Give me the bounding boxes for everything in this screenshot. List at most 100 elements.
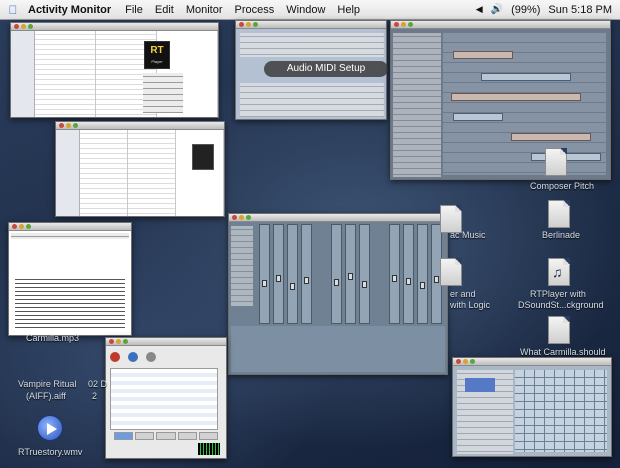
close-button[interactable] <box>394 22 399 27</box>
channel-strip[interactable] <box>273 224 284 324</box>
arrange-region[interactable] <box>511 133 591 141</box>
zoom-button[interactable] <box>28 24 33 29</box>
window-titlebar[interactable] <box>9 223 131 231</box>
finder-column[interactable] <box>176 130 224 216</box>
minimize-button[interactable] <box>116 339 121 344</box>
volume-fader[interactable] <box>276 275 281 282</box>
text-ruler[interactable] <box>11 233 129 239</box>
zoom-button[interactable] <box>246 215 251 220</box>
quit-process-icon[interactable] <box>110 352 120 362</box>
close-button[interactable] <box>14 24 19 29</box>
mixer-parameter-list[interactable] <box>231 226 253 306</box>
channel-strip[interactable] <box>345 224 356 324</box>
menubar-clock[interactable]: Sun 5:18 PM <box>548 4 612 16</box>
zoom-button[interactable] <box>26 224 31 229</box>
zoom-button[interactable] <box>470 359 475 364</box>
minimize-button[interactable] <box>239 215 244 220</box>
logic-environment-window[interactable] <box>452 357 612 457</box>
environment-grid[interactable] <box>515 370 607 452</box>
volume-fader[interactable] <box>406 278 411 285</box>
window-titlebar[interactable] <box>391 21 610 29</box>
arrange-region[interactable] <box>453 51 513 59</box>
midi-format-panel[interactable] <box>240 83 384 117</box>
sync-icon[interactable]: ◀ <box>476 4 483 15</box>
menu-monitor[interactable]: Monitor <box>180 4 229 16</box>
volume-fader[interactable] <box>262 280 267 287</box>
tab-disk-usage[interactable] <box>177 432 197 440</box>
finder-column[interactable] <box>35 31 96 117</box>
volume-fader[interactable] <box>362 281 367 288</box>
menu-edit[interactable]: Edit <box>149 4 180 16</box>
desktop-icon-label[interactable]: with Logic <box>450 300 490 310</box>
desktop-icon-label[interactable]: RTruestory.wmv <box>18 447 82 457</box>
track-list[interactable] <box>393 33 441 177</box>
document-icon[interactable] <box>440 258 462 286</box>
close-button[interactable] <box>239 22 244 27</box>
close-button[interactable] <box>456 359 461 364</box>
activity-monitor-window[interactable] <box>105 337 227 459</box>
document-text[interactable] <box>15 277 125 329</box>
volume-fader[interactable] <box>392 275 397 282</box>
document-icon[interactable] <box>440 205 462 233</box>
menu-file[interactable]: File <box>119 4 149 16</box>
finder-sidebar[interactable] <box>11 31 35 117</box>
logic-arrange-window[interactable] <box>390 20 611 180</box>
close-button[interactable] <box>232 215 237 220</box>
window-titlebar[interactable] <box>56 122 224 130</box>
tab-system-memory[interactable] <box>135 432 155 440</box>
minimize-button[interactable] <box>19 224 24 229</box>
channel-strip[interactable] <box>331 224 342 324</box>
media-player-icon[interactable] <box>37 415 63 441</box>
volume-fader[interactable] <box>304 277 309 284</box>
menu-help[interactable]: Help <box>331 4 366 16</box>
tab-cpu[interactable] <box>114 432 134 440</box>
channel-strip[interactable] <box>287 224 298 324</box>
battery-status[interactable]: (99%) <box>511 4 540 16</box>
desktop-icon-label[interactable]: DSoundSt...ckground <box>518 300 604 310</box>
finder-column[interactable] <box>80 130 128 216</box>
window-titlebar[interactable] <box>11 23 218 31</box>
channel-strip[interactable] <box>389 224 400 324</box>
desktop-icon-label[interactable]: 02 D <box>88 379 107 389</box>
desktop-icon-label[interactable]: er and <box>450 289 476 299</box>
window-titlebar[interactable] <box>229 214 447 222</box>
document-icon[interactable] <box>545 148 567 176</box>
desktop-icon-label[interactable]: RTPlayer with <box>530 289 586 299</box>
inspect-icon[interactable] <box>128 352 138 362</box>
desktop-icon-label[interactable]: 2 <box>92 391 97 401</box>
volume-icon[interactable]: 🔊 <box>491 4 503 15</box>
zoom-button[interactable] <box>408 22 413 27</box>
document-icon[interactable] <box>548 200 570 228</box>
note-block[interactable] <box>465 378 495 392</box>
arrange-region[interactable] <box>453 113 503 121</box>
logic-mixer-window[interactable] <box>228 213 448 375</box>
zoom-button[interactable] <box>123 339 128 344</box>
menu-app-name[interactable]: Activity Monitor <box>26 4 119 16</box>
channel-strip[interactable] <box>417 224 428 324</box>
minimize-button[interactable] <box>463 359 468 364</box>
finder-column[interactable] <box>128 130 176 216</box>
desktop-icon-label[interactable]: Carmilla.mp3 <box>26 333 79 343</box>
desktop-icon-label[interactable]: Vampire Ritual <box>18 379 76 389</box>
finder-window-applications[interactable] <box>55 121 225 217</box>
channel-strip[interactable] <box>301 224 312 324</box>
apple-icon[interactable]:  <box>0 3 26 17</box>
channel-strip[interactable] <box>259 224 270 324</box>
desktop-icon-label[interactable]: What Carmilla.should <box>520 347 606 357</box>
desktop-icon-label[interactable]: ac Music <box>450 230 486 240</box>
volume-fader[interactable] <box>348 273 353 280</box>
filter-icon[interactable] <box>146 352 156 362</box>
process-table[interactable] <box>110 368 218 430</box>
desktop-icon-label[interactable]: (AIFF).aiff <box>26 391 66 401</box>
document-icon[interactable] <box>548 316 570 344</box>
tab-network[interactable] <box>198 432 219 440</box>
window-titlebar[interactable] <box>236 21 386 29</box>
finder-sidebar[interactable] <box>56 130 80 216</box>
close-button[interactable] <box>109 339 114 344</box>
window-titlebar[interactable] <box>453 358 611 366</box>
minimize-button[interactable] <box>246 22 251 27</box>
text-document-window[interactable] <box>8 222 132 336</box>
channel-strip[interactable] <box>403 224 414 324</box>
arrange-region[interactable] <box>451 93 581 101</box>
close-button[interactable] <box>12 224 17 229</box>
